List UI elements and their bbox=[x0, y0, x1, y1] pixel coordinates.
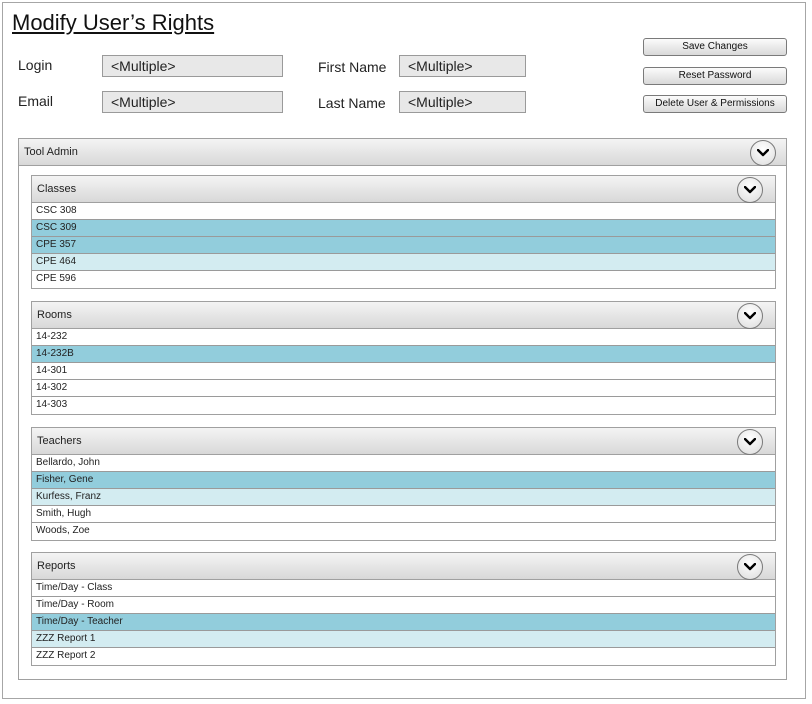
list-item[interactable]: Time/Day - Room bbox=[32, 597, 775, 614]
teachers-panel-label: Teachers bbox=[37, 435, 82, 447]
rooms-list: 14-232 14-232B 14-301 14-302 14-303 bbox=[32, 329, 775, 414]
list-item[interactable]: 14-303 bbox=[32, 397, 775, 414]
login-field[interactable]: <Multiple> bbox=[102, 55, 283, 77]
reports-panel-label: Reports bbox=[37, 560, 76, 572]
chevron-down-icon[interactable] bbox=[737, 303, 763, 329]
delete-user-button[interactable]: Delete User & Permissions bbox=[643, 95, 787, 113]
list-item[interactable]: Woods, Zoe bbox=[32, 523, 775, 540]
first-name-field[interactable]: <Multiple> bbox=[399, 55, 526, 77]
classes-list: CSC 308 CSC 309 CPE 357 CPE 464 CPE 596 bbox=[32, 203, 775, 288]
last-name-label: Last Name bbox=[318, 95, 386, 111]
teachers-list: Bellardo, John Fisher, Gene Kurfess, Franz… bbox=[32, 455, 775, 540]
list-item[interactable]: 14-302 bbox=[32, 380, 775, 397]
list-item[interactable]: 14-232 bbox=[32, 329, 775, 346]
tool-admin-label: Tool Admin bbox=[24, 146, 78, 158]
chevron-down-icon[interactable] bbox=[737, 177, 763, 203]
list-item[interactable]: CSC 308 bbox=[32, 203, 775, 220]
list-item[interactable]: Time/Day - Class bbox=[32, 580, 775, 597]
list-item[interactable]: CPE 596 bbox=[32, 271, 775, 288]
email-label: Email bbox=[18, 93, 54, 109]
reports-list: Time/Day - Class Time/Day - Room Time/Day … bbox=[32, 580, 775, 665]
last-name-field[interactable]: <Multiple> bbox=[399, 91, 526, 113]
teachers-panel-header[interactable]: Teachers bbox=[32, 428, 775, 455]
chevron-down-icon[interactable] bbox=[750, 140, 776, 166]
tool-admin-section: Tool Admin Classes CSC 308 CSC 309 CPE 357… bbox=[18, 138, 787, 680]
list-item[interactable]: 14-232B bbox=[32, 346, 775, 363]
classes-panel-header[interactable]: Classes bbox=[32, 176, 775, 203]
email-field[interactable]: <Multiple> bbox=[102, 91, 283, 113]
list-item[interactable]: ZZZ Report 2 bbox=[32, 648, 775, 665]
list-item[interactable]: ZZZ Report 1 bbox=[32, 631, 775, 648]
rooms-panel-header[interactable]: Rooms bbox=[32, 302, 775, 329]
classes-panel: Classes CSC 308 CSC 309 CPE 357 CPE 464 CPE … bbox=[31, 175, 776, 289]
login-label: Login bbox=[18, 57, 53, 73]
tool-admin-header[interactable]: Tool Admin bbox=[19, 139, 786, 166]
reset-password-button[interactable]: Reset Password bbox=[643, 67, 787, 85]
rooms-panel: Rooms 14-232 14-232B 14-301 14-302 14-303 bbox=[31, 301, 776, 415]
rooms-panel-label: Rooms bbox=[37, 309, 72, 321]
list-item[interactable]: Smith, Hugh bbox=[32, 506, 775, 523]
list-item[interactable]: Bellardo, John bbox=[32, 455, 775, 472]
reports-panel-header[interactable]: Reports bbox=[32, 553, 775, 580]
chevron-down-icon[interactable] bbox=[737, 429, 763, 455]
list-item[interactable]: Kurfess, Franz bbox=[32, 489, 775, 506]
classes-panel-label: Classes bbox=[37, 183, 77, 195]
list-item[interactable]: Time/Day - Teacher bbox=[32, 614, 775, 631]
list-item[interactable]: CSC 309 bbox=[32, 220, 775, 237]
page-title: Modify User’s Rights bbox=[12, 10, 215, 35]
reports-panel: Reports Time/Day - Class Time/Day - Room T… bbox=[31, 552, 776, 666]
teachers-panel: Teachers Bellardo, John Fisher, Gene Kurfe… bbox=[31, 427, 776, 541]
list-item[interactable]: Fisher, Gene bbox=[32, 472, 775, 489]
list-item[interactable]: CPE 357 bbox=[32, 237, 775, 254]
list-item[interactable]: 14-301 bbox=[32, 363, 775, 380]
list-item[interactable]: CPE 464 bbox=[32, 254, 775, 271]
first-name-label: First Name bbox=[318, 59, 387, 75]
save-changes-button[interactable]: Save Changes bbox=[643, 38, 787, 56]
chevron-down-icon[interactable] bbox=[737, 554, 763, 580]
